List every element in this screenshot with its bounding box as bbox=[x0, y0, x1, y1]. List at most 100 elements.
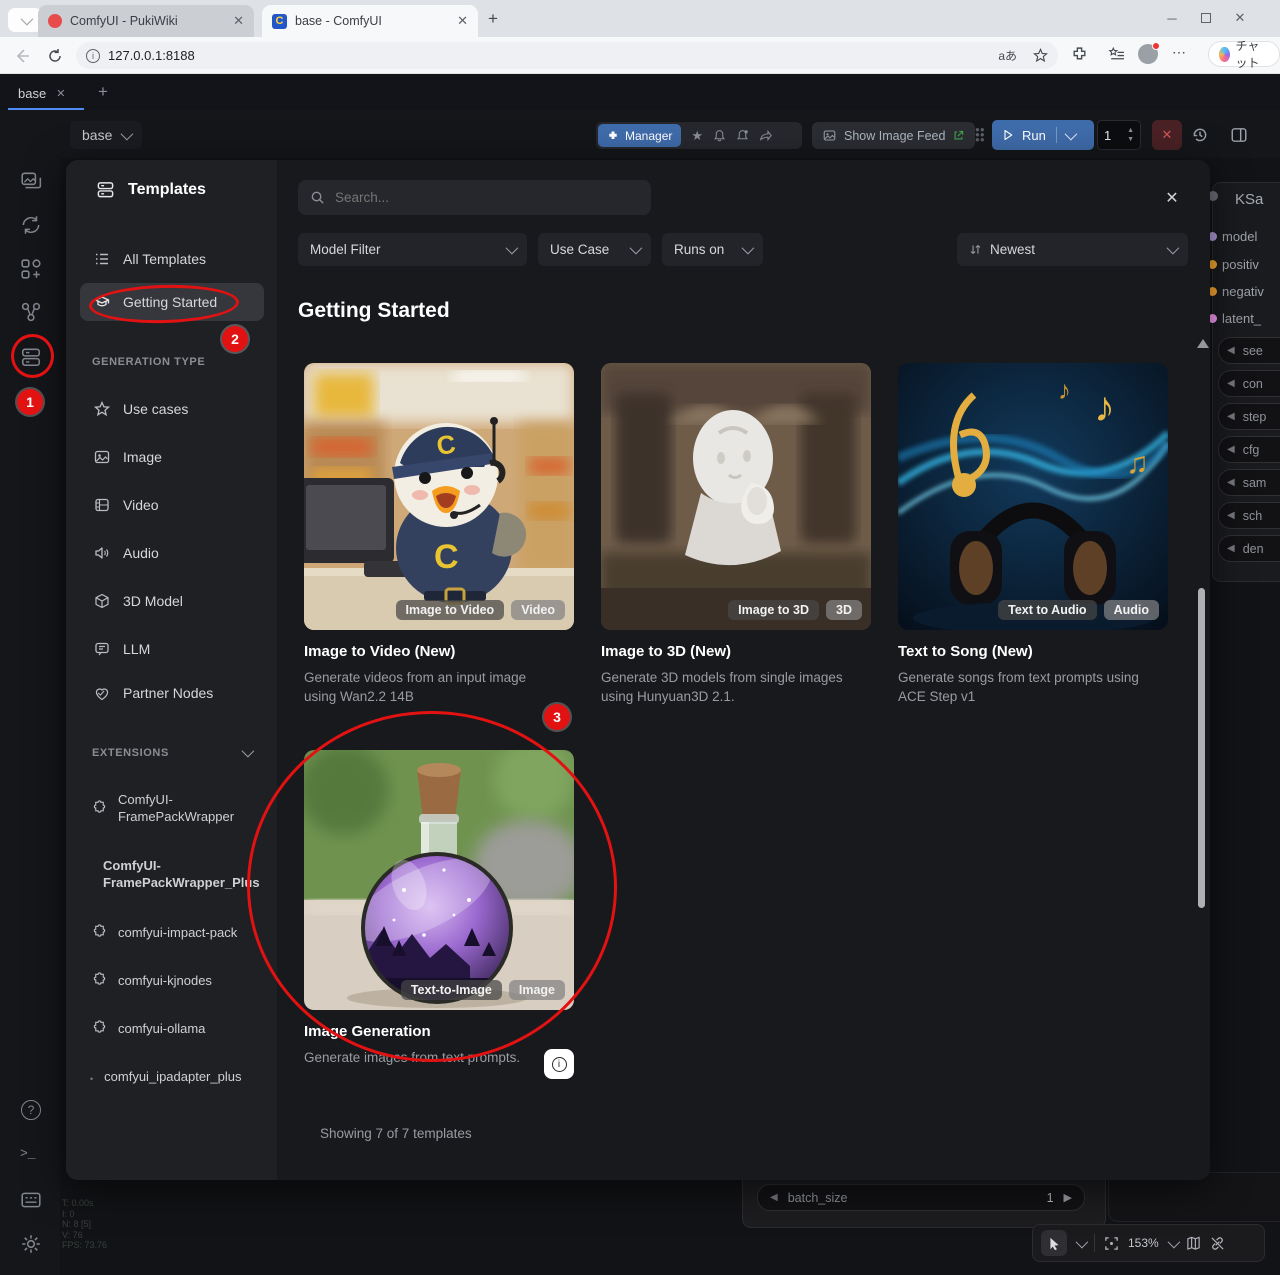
card-info-button[interactable]: i bbox=[544, 1049, 574, 1079]
fit-view-icon[interactable] bbox=[1104, 1236, 1119, 1251]
dialog-scrollbar-up-icon[interactable] bbox=[1197, 339, 1209, 348]
run-options-chevron-icon[interactable] bbox=[1064, 127, 1077, 140]
favorite-star-icon[interactable] bbox=[1033, 48, 1048, 63]
extension-item[interactable]: comfyui-impact-pack bbox=[92, 924, 268, 941]
tab-close-icon[interactable]: ✕ bbox=[233, 13, 244, 29]
window-maximize-button[interactable] bbox=[1189, 5, 1223, 31]
filter-runs-on[interactable]: Runs on bbox=[662, 233, 763, 266]
decrement-icon[interactable]: ◀ bbox=[1227, 510, 1235, 521]
star-icon[interactable]: ★ bbox=[691, 128, 703, 144]
refresh-icon[interactable] bbox=[47, 48, 63, 64]
template-search[interactable] bbox=[298, 180, 651, 215]
model-library-icon[interactable] bbox=[20, 301, 42, 323]
new-workflow-button[interactable]: + bbox=[98, 82, 108, 102]
manager-button[interactable]: Manager bbox=[598, 124, 681, 147]
decrement-icon[interactable]: ◀ bbox=[1227, 543, 1235, 554]
template-card-image-to-video[interactable]: C C Image to Video Video Image to Video … bbox=[304, 363, 574, 707]
tool-chevron-icon[interactable] bbox=[1076, 1235, 1089, 1248]
widget-sampler[interactable]: ◀sam bbox=[1218, 469, 1280, 496]
widget-control[interactable]: ◀con bbox=[1218, 370, 1280, 397]
tab-close-icon[interactable]: ✕ bbox=[457, 13, 468, 29]
window-minimize-button[interactable]: ─ bbox=[1155, 5, 1189, 31]
sidebar-item-image[interactable]: Image bbox=[80, 438, 264, 476]
sidebar-item-audio[interactable]: Audio bbox=[80, 534, 264, 572]
filter-model[interactable]: Model Filter bbox=[298, 233, 527, 266]
widget-cfg[interactable]: ◀cfg bbox=[1218, 436, 1280, 463]
extension-item[interactable]: ComfyUI-FramePackWrapper bbox=[92, 791, 268, 825]
sidebar-item-video[interactable]: Video bbox=[80, 486, 264, 524]
toggle-links-icon[interactable] bbox=[1210, 1236, 1225, 1251]
dialog-close-icon[interactable]: ✕ bbox=[1158, 184, 1186, 212]
workflows-icon[interactable] bbox=[20, 214, 42, 236]
node-library-icon[interactable] bbox=[20, 258, 42, 280]
extensions-heading[interactable]: EXTENSIONS bbox=[92, 747, 169, 759]
translate-icon[interactable]: aあ bbox=[998, 47, 1017, 64]
zoom-chevron-icon[interactable] bbox=[1167, 1235, 1180, 1248]
decrement-icon[interactable]: ◀ bbox=[770, 1192, 778, 1203]
widget-seed[interactable]: ◀see bbox=[1218, 337, 1280, 364]
minimap-icon[interactable] bbox=[1186, 1236, 1201, 1251]
tab-search-button[interactable] bbox=[8, 8, 42, 32]
history-icon[interactable] bbox=[1191, 126, 1209, 144]
sidebar-item-3d-model[interactable]: 3D Model bbox=[80, 582, 264, 620]
templates-header-icon bbox=[96, 180, 115, 199]
browser-tab-comfyui[interactable]: C base - ComfyUI ✕ bbox=[262, 5, 478, 37]
widget-denoise[interactable]: ◀den bbox=[1218, 535, 1280, 562]
workflow-selector[interactable]: base bbox=[70, 121, 142, 149]
sidebar-item-llm[interactable]: LLM bbox=[80, 630, 264, 668]
spinner-up-icon[interactable]: ▲ bbox=[1127, 127, 1134, 134]
decrement-icon[interactable]: ◀ bbox=[1227, 345, 1235, 356]
extension-item[interactable]: • comfyui_ipadapter_plus bbox=[90, 1068, 266, 1088]
sidebar-item-use-cases[interactable]: Use cases bbox=[80, 390, 264, 428]
browser-menu-icon[interactable]: ⋯ bbox=[1172, 44, 1187, 61]
widget-steps[interactable]: ◀step bbox=[1218, 403, 1280, 430]
site-info-icon[interactable]: i bbox=[86, 49, 100, 63]
workflow-tab-base[interactable]: base ✕ bbox=[8, 78, 84, 110]
batch-count-input[interactable]: 1 ▲ ▼ bbox=[1097, 120, 1141, 150]
help-icon[interactable]: ? bbox=[21, 1100, 41, 1120]
select-tool-button[interactable] bbox=[1041, 1230, 1067, 1256]
extension-item[interactable]: comfyui-ollama bbox=[92, 1020, 268, 1037]
bell-icon[interactable] bbox=[713, 129, 726, 142]
decrement-icon[interactable]: ◀ bbox=[1227, 444, 1235, 455]
browser-tab-pukiwiki[interactable]: ComfyUI - PukiWiki ✕ bbox=[38, 5, 254, 37]
filter-use-case[interactable]: Use Case bbox=[538, 233, 651, 266]
dialog-scrollbar-thumb[interactable] bbox=[1198, 588, 1205, 908]
widget-scheduler[interactable]: ◀sch bbox=[1218, 502, 1280, 529]
settings-gear-icon[interactable] bbox=[20, 1233, 42, 1255]
filter-sort[interactable]: Newest bbox=[957, 233, 1188, 266]
search-input[interactable] bbox=[335, 190, 615, 205]
run-button[interactable]: Run bbox=[992, 120, 1094, 150]
profile-avatar[interactable] bbox=[1138, 44, 1158, 64]
share-icon[interactable] bbox=[759, 129, 772, 142]
zoom-level[interactable]: 153% bbox=[1128, 1236, 1159, 1250]
show-image-feed-button[interactable]: Show Image Feed bbox=[812, 122, 975, 149]
decrement-icon[interactable]: ◀ bbox=[1227, 378, 1235, 389]
logs-icon[interactable] bbox=[20, 1189, 42, 1211]
spinner-down-icon[interactable]: ▼ bbox=[1127, 136, 1134, 143]
extensions-icon[interactable] bbox=[1071, 46, 1088, 63]
template-card-text-to-song[interactable]: ♪ ♫ ♪ Text to Audio Audio Text to Song (… bbox=[898, 363, 1168, 707]
workflow-tab-close-icon[interactable]: ✕ bbox=[56, 87, 65, 100]
terminal-icon[interactable]: >_ bbox=[20, 1146, 36, 1161]
decrement-icon[interactable]: ◀ bbox=[1227, 477, 1235, 488]
increment-icon[interactable]: ▶ bbox=[1064, 1191, 1072, 1204]
queue-gallery-icon[interactable] bbox=[20, 170, 42, 192]
window-close-button[interactable]: ✕ bbox=[1223, 5, 1257, 31]
sidebar-item-all-templates[interactable]: All Templates bbox=[80, 240, 264, 278]
cancel-run-button[interactable]: ✕ bbox=[1152, 120, 1182, 150]
favorites-bar-icon[interactable] bbox=[1108, 46, 1125, 63]
batch-size-widget[interactable]: ◀ batch_size 1 ▶ bbox=[757, 1184, 1085, 1211]
address-bar[interactable]: i 127.0.0.1:8188 aあ bbox=[76, 42, 1058, 69]
back-icon[interactable] bbox=[14, 48, 30, 64]
decrement-icon[interactable]: ◀ bbox=[1227, 411, 1235, 422]
chat-icon bbox=[94, 641, 110, 657]
template-card-image-to-3d[interactable]: Image to 3D 3D Image to 3D (New) Generat… bbox=[601, 363, 871, 707]
bell-alert-icon[interactable] bbox=[736, 129, 749, 142]
toolbar-drag-handle[interactable]: ●●●●●● bbox=[975, 127, 983, 143]
panel-toggle-icon[interactable] bbox=[1230, 126, 1248, 144]
copilot-chat-button[interactable]: チャット bbox=[1208, 41, 1280, 67]
sidebar-item-partner-nodes[interactable]: Partner Nodes bbox=[80, 674, 264, 712]
extension-item[interactable]: comfyui-kjnodes bbox=[92, 972, 268, 989]
new-tab-button[interactable]: + bbox=[488, 9, 498, 29]
